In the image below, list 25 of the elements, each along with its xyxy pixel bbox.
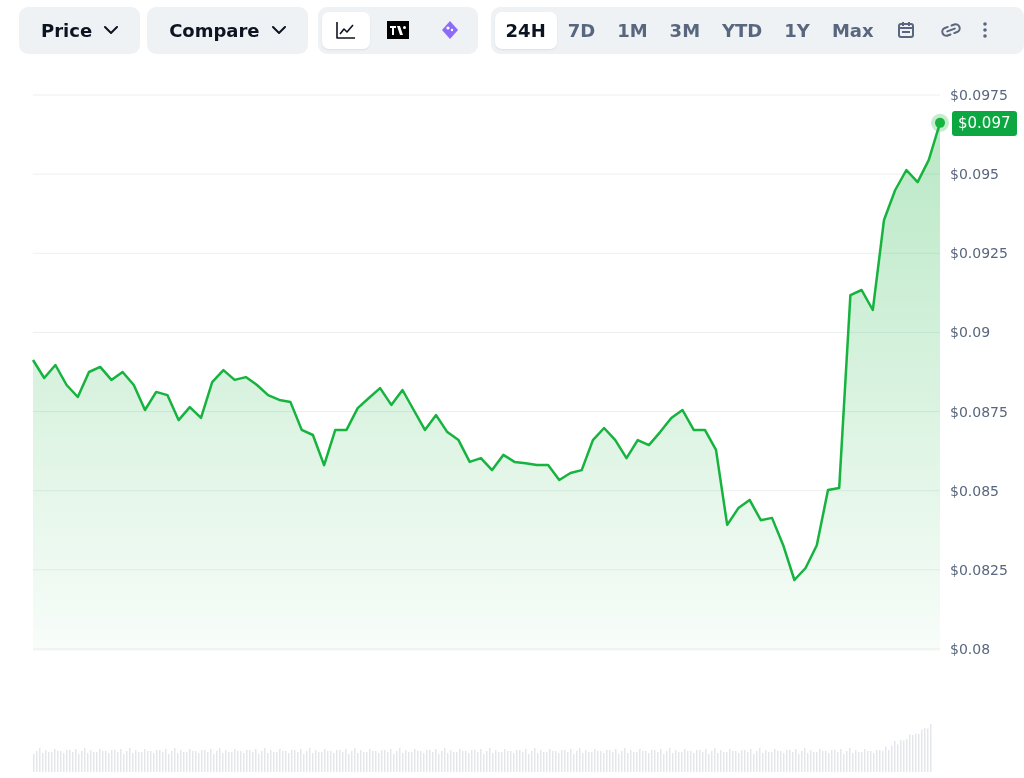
y-axis-label: $0.095 [950,166,999,183]
time-range-tab[interactable]: 7D [556,11,607,49]
y-axis-label: $0.085 [950,482,999,499]
chevron-icon [271,26,286,34]
current-price-marker [931,113,949,132]
y-axis-label: $0.0825 [950,561,1008,578]
dropdown-button[interactable]: Price [19,6,141,54]
y-axis-label: $0.0925 [950,245,1008,262]
time-range-tab[interactable]: 24H [494,11,557,49]
y-axis-label: $0.0875 [950,403,1008,420]
current-price-badge: $0.097 [952,110,1017,136]
logo-icon [386,21,409,39]
time-range-tab[interactable]: YTD [711,11,774,49]
y-axis-label: $0.08 [950,641,991,657]
time-range-tab[interactable]: 1Y [773,11,821,49]
y-axis-label: $0.09 [950,324,991,341]
line-chart-icon [335,21,356,39]
time-range-tab[interactable]: Max [820,11,885,49]
dropdown-button[interactable]: Compare [147,6,308,54]
y-axis-label: $0.0975 [950,87,1008,103]
time-range-tab[interactable]: 1M [606,11,659,49]
diamond-icon [439,20,460,40]
chart-type-button[interactable] [321,11,370,49]
time-range-tab[interactable]: 3M [658,11,712,49]
chevron-icon [104,26,119,34]
